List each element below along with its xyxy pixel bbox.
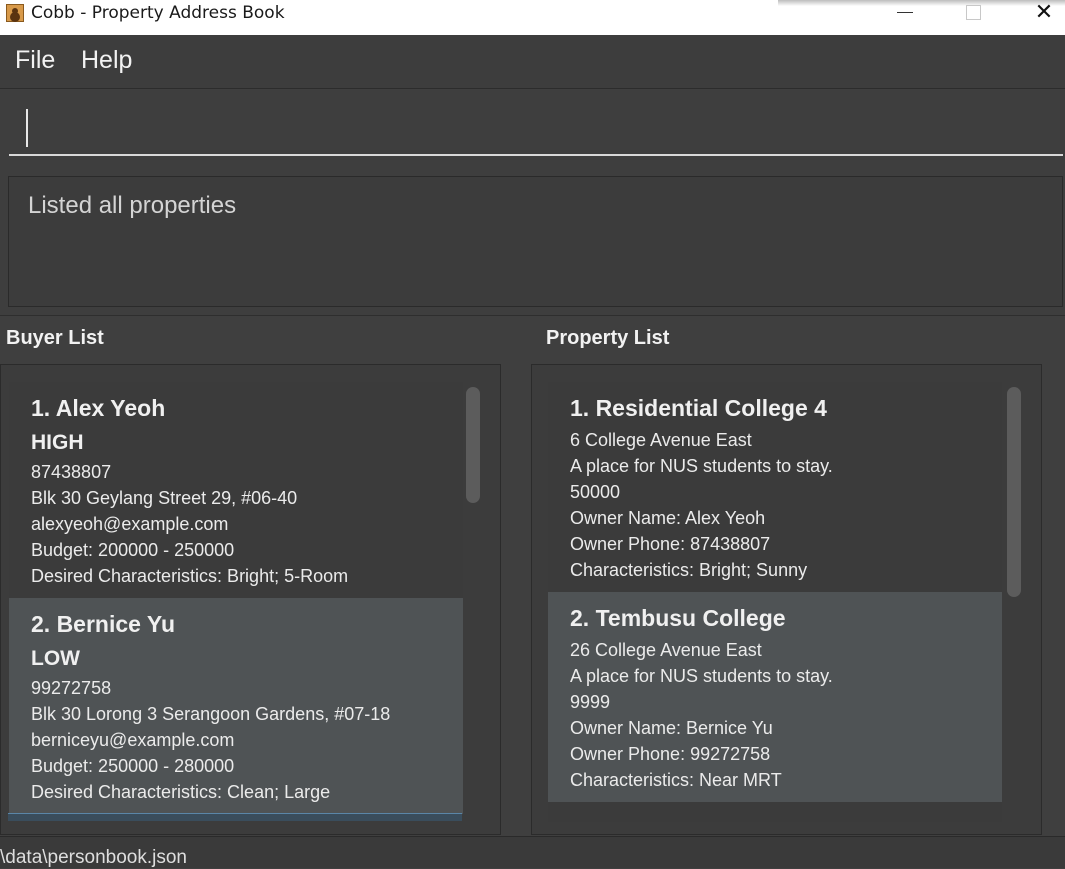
property-owner-phone: Owner Phone: 99272758 xyxy=(570,744,771,764)
window-titlebar: Cobb - Property Address Book ✕ xyxy=(0,0,1065,35)
property-list-panel[interactable]: 1. Residential College 4 6 College Avenu… xyxy=(531,364,1042,835)
buyer-characteristics: Desired Characteristics: Bright; 5-Room xyxy=(31,566,349,586)
property-owner-phone: Owner Phone: 87438807 xyxy=(570,534,771,554)
property-address: 6 College Avenue East xyxy=(570,430,752,450)
property-list-header: Property List xyxy=(546,327,670,349)
property-name: 1. Residential College 4 xyxy=(570,395,827,421)
buyer-email: berniceyu@example.com xyxy=(31,730,235,750)
command-input[interactable] xyxy=(9,94,1063,156)
menu-help[interactable]: Help xyxy=(81,46,132,75)
save-location-path: \data\personbook.json xyxy=(0,847,187,868)
property-card[interactable]: 2. Tembusu College 26 College Avenue Eas… xyxy=(548,592,1002,802)
buyer-address: Blk 30 Geylang Street 29, #06-40 xyxy=(31,488,298,508)
buyer-name: 1. Alex Yeoh xyxy=(31,395,166,421)
buyer-list-header: Buyer List xyxy=(6,327,104,349)
buyer-card[interactable]: 2. Bernice Yu LOW 99272758 Blk 30 Lorong… xyxy=(9,598,463,814)
buyer-card[interactable]: 1. Alex Yeoh HIGH 87438807 Blk 30 Geylan… xyxy=(9,382,463,598)
buyer-priority: LOW xyxy=(31,647,80,670)
property-list-scrollbar[interactable] xyxy=(1006,385,1022,825)
buyer-priority: HIGH xyxy=(31,431,84,454)
property-description: A place for NUS students to stay. xyxy=(570,666,833,686)
result-display[interactable]: Listed all properties xyxy=(8,176,1063,307)
property-address: 26 College Avenue East xyxy=(570,640,762,660)
property-characteristics: Characteristics: Bright; Sunny xyxy=(570,560,808,580)
property-list-scroll-thumb[interactable] xyxy=(1007,387,1021,597)
buyer-list-scrollbar[interactable] xyxy=(465,385,481,825)
close-button[interactable]: ✕ xyxy=(1015,0,1065,28)
result-message: Listed all properties xyxy=(28,192,237,219)
app-icon xyxy=(6,4,24,22)
text-caret xyxy=(26,109,28,147)
property-owner-name: Owner Name: Bernice Yu xyxy=(570,718,773,738)
buyer-phone: 87438807 xyxy=(31,462,112,482)
buyer-phone: 99272758 xyxy=(31,678,112,698)
property-owner-name: Owner Name: Alex Yeoh xyxy=(570,508,766,528)
buyer-budget: Budget: 250000 - 280000 xyxy=(31,756,235,776)
minimize-button[interactable] xyxy=(875,0,935,28)
property-price: 50000 xyxy=(570,482,621,502)
property-price: 9999 xyxy=(570,692,611,712)
buyer-name: 2. Bernice Yu xyxy=(31,611,176,637)
buyer-budget: Budget: 200000 - 250000 xyxy=(31,540,235,560)
menu-bar: File Help xyxy=(0,35,1065,89)
property-name: 2. Tembusu College xyxy=(570,605,786,631)
buyer-characteristics: Desired Characteristics: Clean; Large xyxy=(31,782,331,802)
maximize-button[interactable] xyxy=(943,0,1003,28)
menu-file[interactable]: File xyxy=(15,46,55,75)
buyer-address: Blk 30 Lorong 3 Serangoon Gardens, #07-1… xyxy=(31,704,391,724)
property-description: A place for NUS students to stay. xyxy=(570,456,833,476)
result-display-area: Listed all properties xyxy=(0,170,1065,316)
property-card-partial[interactable] xyxy=(548,802,1002,822)
buyer-email: alexyeoh@example.com xyxy=(31,514,229,534)
status-bar: \data\personbook.json xyxy=(0,836,1065,868)
buyer-list-panel[interactable]: 1. Alex Yeoh HIGH 87438807 Blk 30 Geylan… xyxy=(0,364,501,835)
selected-buyer-card-edge[interactable] xyxy=(8,813,462,821)
property-characteristics: Characteristics: Near MRT xyxy=(570,770,782,790)
buyer-list-scroll-thumb[interactable] xyxy=(466,387,480,503)
window-title: Cobb - Property Address Book xyxy=(31,3,285,23)
command-area xyxy=(0,90,1065,170)
property-card[interactable]: 1. Residential College 4 6 College Avenu… xyxy=(548,382,1002,592)
